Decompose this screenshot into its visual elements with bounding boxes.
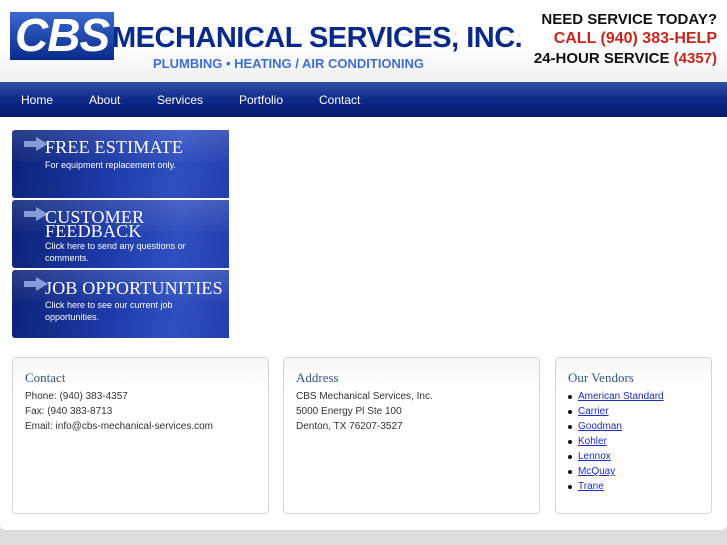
main-nav: Home About Services Portfolio Contact	[0, 82, 727, 117]
promo-text: Click here to send any questions or comm…	[45, 241, 186, 263]
vendor-link-trane[interactable]: Trane	[578, 481, 604, 492]
vendor-link-carrier[interactable]: Carrier	[578, 406, 609, 417]
promo-free-estimate[interactable]: FREE ESTIMATE For equipment replacement …	[12, 130, 229, 198]
promo-customer-feedback[interactable]: CUSTOMER FEEDBACK Click here to send any…	[12, 200, 229, 268]
logo-reflection: MECHANICAL SERVICES, INC.	[112, 30, 523, 46]
vendor-item: Lennox	[568, 449, 664, 464]
contact-email: Email: info@cbs-mechanical-services.com	[25, 421, 213, 432]
address-details: CBS Mechanical Services, Inc. 5000 Energ…	[296, 389, 433, 434]
contact-phone: Phone: (940) 383-4357	[25, 391, 128, 402]
vendor-item: Kohler	[568, 434, 664, 449]
address-line: CBS Mechanical Services, Inc.	[296, 391, 433, 402]
service-phone[interactable]: CALL (940) 383-HELP	[534, 29, 717, 49]
arrow-right-icon	[24, 207, 48, 221]
nav-portfolio[interactable]: Portfolio	[239, 82, 283, 117]
promo-title: FREE ESTIMATE	[45, 137, 184, 157]
vendor-list: American Standard Carrier Goodman Kohler…	[568, 389, 664, 494]
nav-contact[interactable]: Contact	[319, 82, 360, 117]
page: CBS MECHANICAL SERVICES, INC. MECHANICAL…	[0, 0, 727, 530]
service-callout: NEED SERVICE TODAY? CALL (940) 383-HELP …	[534, 10, 717, 68]
promo-job-opportunities[interactable]: JOB OPPORTUNITIES Click here to see our …	[12, 270, 229, 338]
arrow-right-icon	[24, 137, 48, 151]
vendor-link-goodman[interactable]: Goodman	[578, 421, 622, 432]
vendor-item: Trane	[568, 479, 664, 494]
vendors-box: Our Vendors American Standard Carrier Go…	[555, 357, 712, 514]
site-header: CBS MECHANICAL SERVICES, INC. MECHANICAL…	[0, 0, 727, 82]
nav-services[interactable]: Services	[157, 82, 203, 117]
logo-tagline: PLUMBING • HEATING / AIR CONDITIONING	[153, 56, 425, 71]
address-line: Denton, TX 76207-3527	[296, 421, 403, 432]
service-24hour-number: (4357)	[673, 50, 717, 67]
address-title: Address	[296, 370, 339, 385]
promo-text: Click here to see our current job opport…	[45, 300, 173, 322]
contact-title: Contact	[25, 370, 66, 385]
vendor-item: American Standard	[568, 389, 664, 404]
vendors-title: Our Vendors	[568, 370, 634, 385]
vendor-link-lennox[interactable]: Lennox	[578, 451, 611, 462]
contact-fax: Fax: (940 383-8713	[25, 406, 113, 417]
arrow-right-icon	[24, 277, 48, 291]
promo-title: JOB OPPORTUNITIES	[45, 278, 223, 298]
nav-about[interactable]: About	[89, 82, 120, 117]
vendor-item: Goodman	[568, 419, 664, 434]
address-box: Address CBS Mechanical Services, Inc. 50…	[283, 357, 540, 514]
contact-box: Contact Phone: (940) 383-4357 Fax: (940 …	[12, 357, 269, 514]
service-24hour-label: 24-HOUR SERVICE	[533, 50, 670, 67]
vendor-link-mcquay[interactable]: McQuay	[578, 466, 615, 477]
vendor-link-american-standard[interactable]: American Standard	[578, 391, 664, 402]
vendor-item: McQuay	[568, 464, 664, 479]
promo-text: For equipment replacement only.	[45, 160, 176, 170]
promo-title: CUSTOMER FEEDBACK	[45, 207, 145, 241]
vendor-item: Carrier	[568, 404, 664, 419]
address-line: 5000 Energy Pl Ste 100	[296, 406, 402, 417]
service-24hour: 24-HOUR SERVICE (4357)	[534, 49, 717, 68]
nav-home[interactable]: Home	[21, 82, 53, 117]
contact-details: Phone: (940) 383-4357 Fax: (940 383-8713…	[25, 389, 213, 434]
logo-cbs[interactable]: CBS	[10, 12, 115, 60]
vendor-link-kohler[interactable]: Kohler	[578, 436, 607, 447]
service-question: NEED SERVICE TODAY?	[541, 11, 717, 28]
